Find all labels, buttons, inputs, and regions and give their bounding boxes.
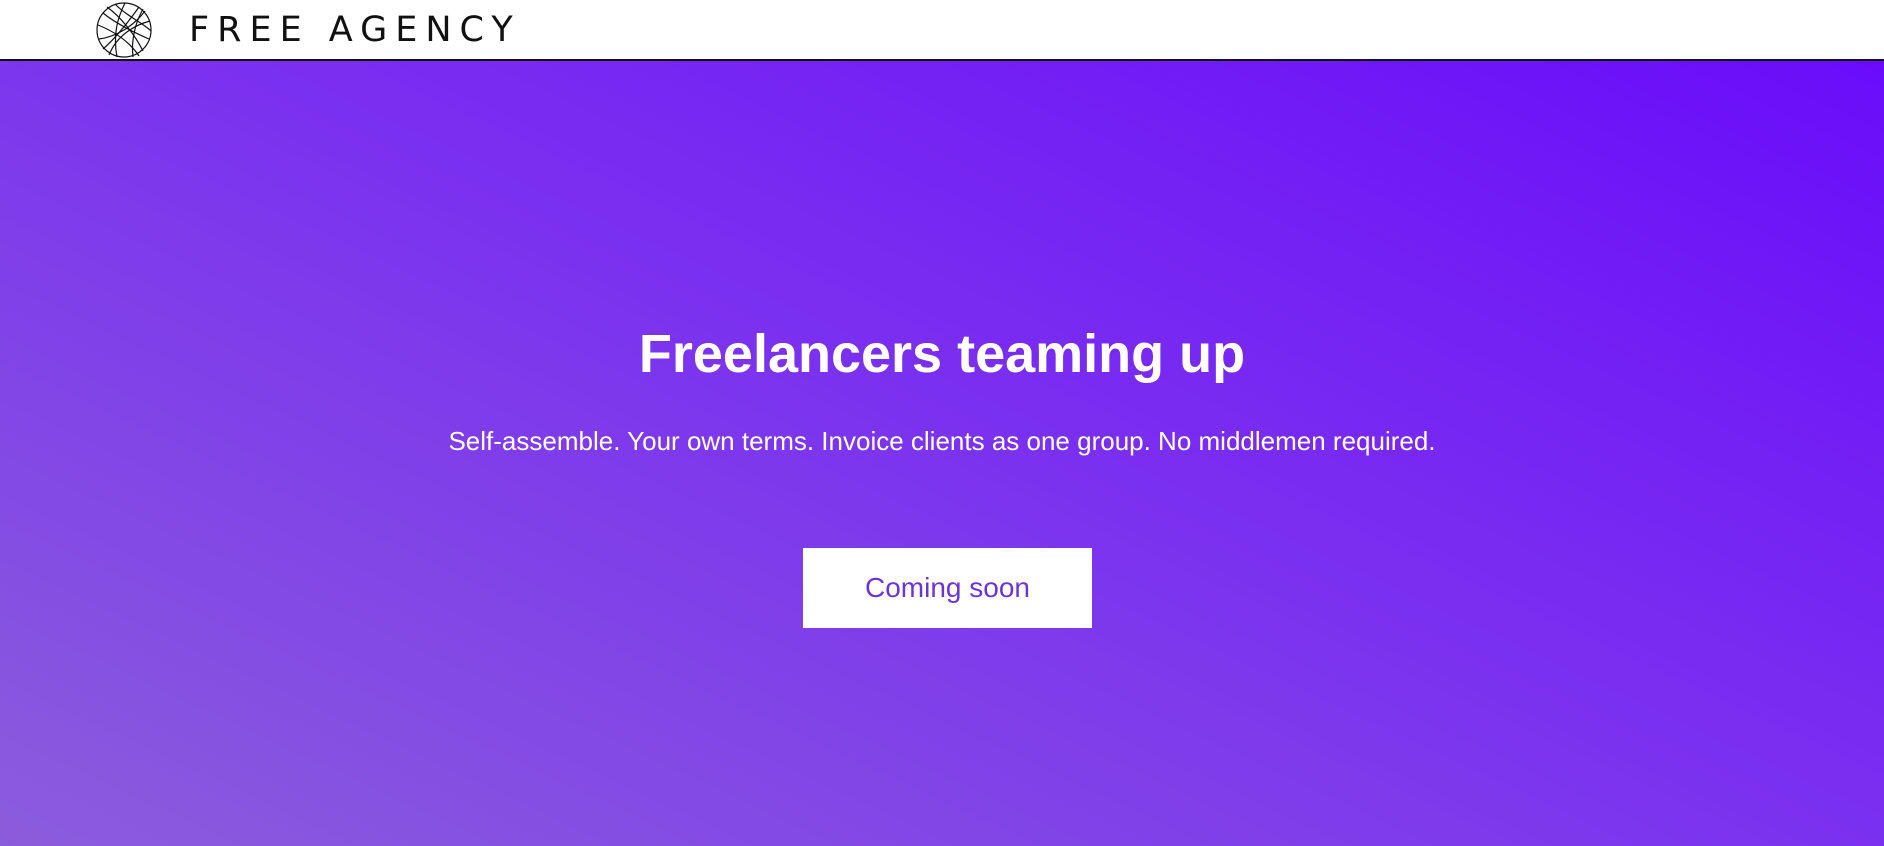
- coming-soon-button[interactable]: Coming soon: [803, 548, 1092, 628]
- site-header: FREE AGENCY: [0, 0, 1884, 61]
- brand-name: FREE AGENCY: [189, 9, 521, 50]
- page: FREE AGENCY Freelancers teaming up Self-…: [0, 0, 1884, 846]
- hero-subtitle: Self-assemble. Your own terms. Invoice c…: [448, 426, 1436, 456]
- globe-logo-icon: [96, 2, 152, 58]
- home-logo-link[interactable]: FREE AGENCY: [95, 1, 521, 59]
- hero-section: Freelancers teaming up Self-assemble. Yo…: [0, 61, 1884, 846]
- hero-title: Freelancers teaming up: [638, 324, 1246, 384]
